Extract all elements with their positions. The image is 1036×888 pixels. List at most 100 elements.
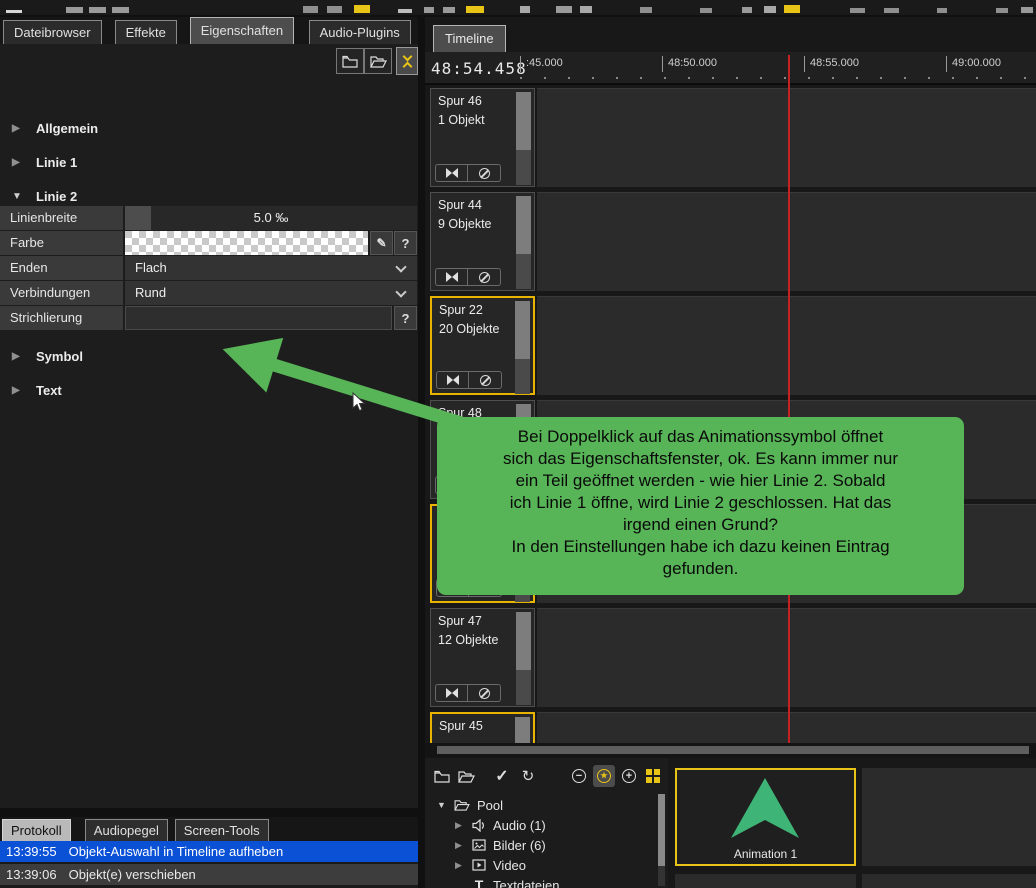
tab-audio-plugins[interactable]: Audio-Plugins <box>308 20 411 44</box>
track-header[interactable]: Spur 44 9 Objekte <box>430 192 535 291</box>
folder-open-button[interactable] <box>455 765 477 787</box>
annotation-text-line: Bei Doppelklick auf das Animationssymbol… <box>517 427 884 446</box>
pool-scrollbar[interactable] <box>658 794 665 886</box>
tree-item-audio-1-[interactable]: ▶ Audio (1) <box>425 815 660 835</box>
thumbnail-empty[interactable] <box>862 874 1036 888</box>
refresh-button[interactable]: ↻ <box>517 765 539 787</box>
folder-open-button[interactable] <box>364 48 392 74</box>
section-linie-2[interactable]: ▼ Linie 2 <box>0 185 418 207</box>
image-icon <box>472 839 486 851</box>
check-button[interactable]: ✓ <box>491 765 513 787</box>
tab-screen-tools[interactable]: Screen-Tools <box>174 819 269 841</box>
section-label: Linie 2 <box>36 188 78 204</box>
annotation-text-line: gefunden. <box>662 559 739 578</box>
thumbnail-animation-1[interactable]: Animation 1 <box>675 768 856 866</box>
video-icon <box>472 859 486 871</box>
tree-item-bilder-6-[interactable]: ▶ Bilder (6) <box>425 835 660 855</box>
color-swatch-transparent[interactable] <box>125 231 368 255</box>
log-entry[interactable]: 13:39:55 Objekt-Auswahl in Timeline aufhe… <box>0 841 418 862</box>
playhead-marker[interactable] <box>788 55 790 745</box>
tree-label: Bilder (6) <box>493 837 546 853</box>
tab-protokoll[interactable]: Protokoll <box>2 819 71 841</box>
track-bowtie-button[interactable] <box>435 164 468 182</box>
expanded-arrow-icon: ▼ <box>437 800 446 810</box>
scrollbar-thumb[interactable] <box>437 746 1029 754</box>
check-icon: ✓ <box>495 768 509 785</box>
track-disable-button[interactable] <box>468 684 501 702</box>
log-time: 13:39:06 <box>6 867 57 882</box>
track-content[interactable] <box>537 192 1036 291</box>
toolbar-icon-fragment <box>303 6 318 13</box>
track-scrollbar[interactable] <box>516 612 531 705</box>
track-content[interactable] <box>537 296 1036 395</box>
section-linie-1[interactable]: ▶ Linie 1 <box>0 151 418 173</box>
tree-item-video[interactable]: ▶ Video <box>425 855 660 875</box>
folder-closed-button[interactable] <box>431 765 453 787</box>
track-scrollbar[interactable] <box>515 301 530 394</box>
grid-view-button[interactable] <box>642 765 664 787</box>
zoom-out-button[interactable]: − <box>568 765 590 787</box>
favorites-button[interactable]: ★ <box>593 765 615 787</box>
toolbar-icon-fragment <box>424 7 434 13</box>
track-header[interactable]: Spur 46 1 Objekt <box>430 88 535 187</box>
section-text[interactable]: ▶ Text <box>0 379 418 401</box>
section-symbol[interactable]: ▶ Symbol <box>0 345 418 367</box>
track-name: Spur 44 <box>438 198 482 212</box>
tree-item-pool[interactable]: ▼ Pool <box>425 795 660 815</box>
section-label: Text <box>36 382 62 398</box>
collapsed-arrow-icon: ▶ <box>12 156 20 168</box>
track-header[interactable]: Spur 47 12 Objekte <box>430 608 535 707</box>
timeline-panel: Timeline 48:54.458 :45.000 48:50.000 48:55… <box>425 17 1036 758</box>
toolbar-icon-fragment <box>466 6 484 13</box>
tab-timeline[interactable]: Timeline <box>433 25 506 52</box>
thumbnail-empty[interactable] <box>862 768 1036 866</box>
toolbar-icon-fragment <box>884 8 899 13</box>
track-header[interactable]: Spur 22 20 Objekte <box>430 296 535 395</box>
tab-effekte[interactable]: Effekte <box>114 20 177 44</box>
chevron-down-icon <box>402 51 412 61</box>
farbe-label: Farbe <box>0 231 123 255</box>
strichlierung-field[interactable] <box>125 306 392 330</box>
track-bowtie-button[interactable] <box>435 268 468 286</box>
track-disable-button[interactable] <box>468 268 501 286</box>
track-bowtie-button[interactable] <box>435 684 468 702</box>
track-disable-button[interactable] <box>469 371 502 389</box>
track-content[interactable] <box>537 88 1036 187</box>
folder-closed-button[interactable] <box>336 48 364 74</box>
linienbreite-value: 5.0 ‰ <box>253 210 289 225</box>
track-scrollbar[interactable] <box>516 92 531 185</box>
plus-circle-icon: + <box>622 769 636 783</box>
verbindungen-dropdown[interactable]: Rund <box>125 281 417 305</box>
log-tab-bar: Protokoll Audiopegel Screen-Tools <box>0 817 418 841</box>
thumbnail-empty[interactable] <box>675 874 856 888</box>
track-name: Spur 46 <box>438 94 482 108</box>
section-allgemein[interactable]: ▶ Allgemein <box>0 117 418 139</box>
track-bowtie-button[interactable] <box>436 371 469 389</box>
farbe-help-button[interactable]: ? <box>394 231 417 255</box>
collapse-all-sections-button[interactable] <box>396 47 418 75</box>
tab-eigenschaften[interactable]: Eigenschaften <box>189 17 295 44</box>
tab-dateibrowser[interactable]: Dateibrowser <box>3 20 102 44</box>
timeline-ruler[interactable]: 48:54.458 :45.000 48:50.000 48:55.000 49:00… <box>425 52 1036 85</box>
zoom-in-button[interactable]: + <box>618 765 640 787</box>
refresh-icon: ↻ <box>521 768 535 785</box>
folder-closed-icon <box>434 770 450 783</box>
scrollbar-thumb[interactable] <box>658 794 665 866</box>
no-entry-icon <box>478 687 490 699</box>
enden-dropdown[interactable]: Flach <box>125 256 417 280</box>
log-entry[interactable]: 13:39:06 Objekt(e) verschieben <box>0 864 418 885</box>
track-scrollbar[interactable] <box>516 196 531 289</box>
collapsed-arrow-icon: ▶ <box>455 859 462 870</box>
toolbar-icon-fragment <box>996 8 1008 13</box>
track-disable-button[interactable] <box>468 164 501 182</box>
toolbar-icon-fragment <box>764 6 776 13</box>
track-content[interactable] <box>537 608 1036 707</box>
strichlierung-help-button[interactable]: ? <box>394 306 417 330</box>
timeline-horizontal-scrollbar[interactable] <box>425 743 1036 758</box>
tab-audiopegel[interactable]: Audiopegel <box>84 819 168 841</box>
tree-item-textdateien[interactable]: T Textdateien <box>425 875 660 888</box>
folder-open-icon <box>457 770 475 783</box>
eyedropper-button[interactable]: ✎ <box>370 231 393 255</box>
toolbar-icon-fragment <box>742 7 752 13</box>
speaker-icon <box>472 818 484 832</box>
